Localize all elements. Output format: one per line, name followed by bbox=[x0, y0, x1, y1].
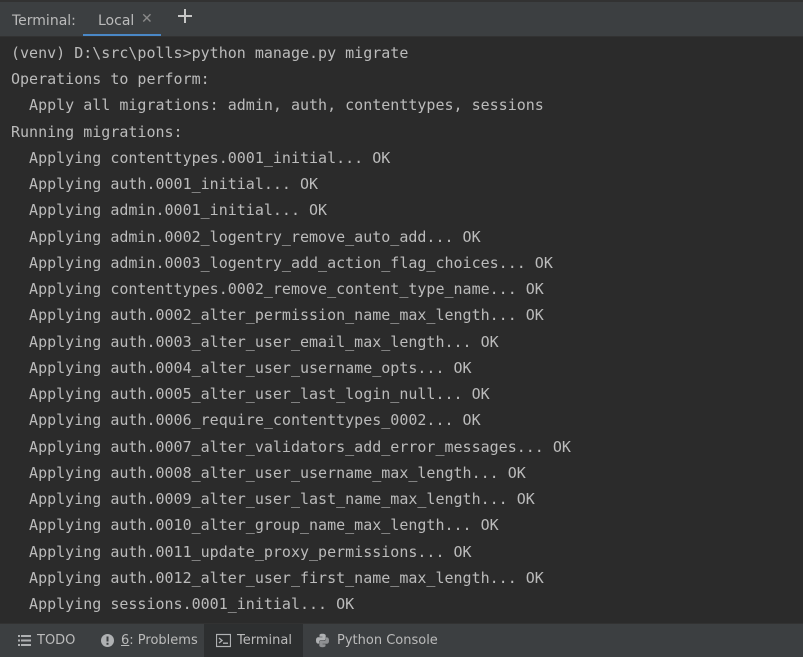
terminal-line: Applying auth.0006_require_contenttypes_… bbox=[11, 411, 481, 429]
problems-button[interactable]: 6: Problems bbox=[90, 624, 204, 657]
tool-window-bar: TODO 6: Problems Terminal Python Console bbox=[0, 623, 803, 657]
todo-label: TODO bbox=[37, 633, 76, 648]
terminal-title: Terminal: bbox=[12, 13, 76, 29]
terminal-line: Applying contenttypes.0002_remove_conten… bbox=[11, 280, 544, 298]
terminal-output[interactable]: (venv) D:\src\polls>python manage.py mig… bbox=[0, 38, 803, 623]
plus-icon[interactable] bbox=[176, 7, 194, 25]
terminal-line: Applying auth.0005_alter_user_last_login… bbox=[11, 385, 490, 403]
error-icon bbox=[101, 634, 114, 647]
problems-label-group: 6: Problems bbox=[121, 624, 198, 657]
close-icon[interactable]: ✕ bbox=[141, 10, 153, 28]
terminal-line: Applying auth.0007_alter_validators_add_… bbox=[11, 438, 571, 456]
header-top-border bbox=[0, 0, 803, 2]
terminal-line: Applying auth.0001_initial... OK bbox=[11, 175, 319, 193]
todo-button[interactable]: TODO bbox=[0, 624, 90, 657]
terminal-line: Applying auth.0010_alter_group_name_max_… bbox=[11, 516, 499, 534]
terminal-line: Applying auth.0011_update_proxy_permissi… bbox=[11, 543, 472, 561]
terminal-line: Applying auth.0009_alter_user_last_name_… bbox=[11, 490, 535, 508]
terminal-icon bbox=[216, 633, 231, 648]
terminal-line: Applying auth.0008_alter_user_username_m… bbox=[11, 464, 526, 482]
terminal-line: Running migrations: bbox=[11, 123, 183, 141]
terminal-line: Applying contenttypes.0001_initial... OK bbox=[11, 149, 391, 167]
terminal-line: Applying auth.0004_alter_user_username_o… bbox=[11, 359, 472, 377]
python-console-label: Python Console bbox=[337, 633, 438, 648]
header-divider bbox=[0, 36, 803, 37]
tab-local-label: Local bbox=[98, 13, 135, 29]
tab-local[interactable]: Local ✕ bbox=[83, 4, 161, 37]
terminal-button[interactable]: Terminal bbox=[204, 624, 303, 657]
terminal-line: Applying auth.0002_alter_permission_name… bbox=[11, 306, 544, 324]
problems-label: : Problems bbox=[129, 633, 198, 648]
terminal-label: Terminal bbox=[237, 633, 292, 648]
terminal-line: Applying admin.0002_logentry_remove_auto… bbox=[11, 228, 481, 246]
terminal-line: (venv) D:\src\polls>python manage.py mig… bbox=[11, 44, 409, 62]
terminal-header: Terminal: Local ✕ bbox=[0, 0, 803, 37]
python-icon bbox=[316, 633, 329, 648]
terminal-line: Apply all migrations: admin, auth, conte… bbox=[11, 96, 544, 114]
terminal-line: Applying auth.0012_alter_user_first_name… bbox=[11, 569, 544, 587]
terminal-line: Operations to perform: bbox=[11, 70, 210, 88]
terminal-line: Applying sessions.0001_initial... OK bbox=[11, 595, 355, 613]
terminal-line: Applying admin.0001_initial... OK bbox=[11, 201, 328, 219]
list-icon bbox=[18, 635, 31, 646]
python-console-button[interactable]: Python Console bbox=[303, 624, 448, 657]
terminal-line: Applying auth.0003_alter_user_email_max_… bbox=[11, 333, 499, 351]
terminal-tool-window: Terminal: Local ✕ (venv) D:\src\polls>py… bbox=[0, 0, 803, 657]
terminal-line: Applying admin.0003_logentry_add_action_… bbox=[11, 254, 553, 272]
